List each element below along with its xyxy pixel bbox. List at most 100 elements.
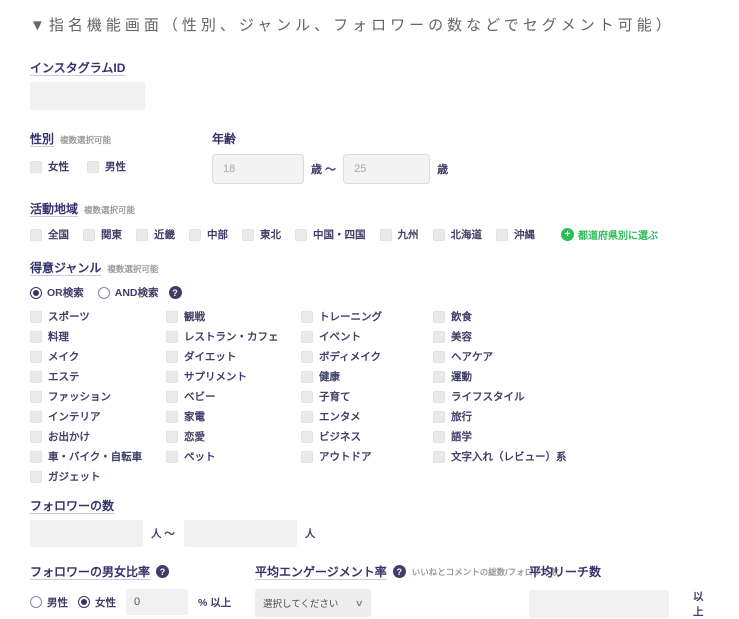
radio-item[interactable]: AND検索	[98, 285, 159, 300]
checkbox-item[interactable]: サプリメント	[166, 369, 301, 384]
checkbox-label: 運動	[451, 369, 472, 384]
checkbox-item[interactable]: 語学	[433, 429, 711, 444]
instagram-id-section: インスタグラムID	[30, 59, 711, 110]
checkbox-icon	[30, 229, 42, 241]
checkbox-item[interactable]: 飲食	[433, 309, 711, 324]
checkbox-item[interactable]: 全国	[30, 227, 69, 242]
checkbox-label: 文字入れ（レビュー）系	[451, 449, 567, 464]
age-max-input[interactable]	[343, 154, 430, 184]
followers-max-input[interactable]	[184, 520, 297, 547]
checkbox-item[interactable]: 美容	[433, 329, 711, 344]
checkbox-item[interactable]: 北海道	[433, 227, 483, 242]
checkbox-label: イベント	[319, 329, 361, 344]
checkbox-item[interactable]: ファッション	[30, 389, 166, 404]
checkbox-item[interactable]: 中部	[189, 227, 228, 242]
checkbox-item[interactable]: ヘアケア	[433, 349, 711, 364]
checkbox-item[interactable]: 旅行	[433, 409, 711, 424]
checkbox-item[interactable]: ボディメイク	[301, 349, 433, 364]
radio-item[interactable]: 男性	[30, 595, 68, 610]
age-label: 年齢	[212, 130, 236, 147]
checkbox-label: 観戦	[184, 309, 205, 324]
checkbox-item[interactable]: インテリア	[30, 409, 166, 424]
checkbox-item[interactable]: ガジェット	[30, 469, 166, 484]
checkbox-label: サプリメント	[184, 369, 247, 384]
gender-ratio-suffix: % 以上	[198, 595, 231, 610]
checkbox-item[interactable]: エステ	[30, 369, 166, 384]
checkbox-item[interactable]: エンタメ	[301, 409, 433, 424]
engagement-help-icon[interactable]: ?	[393, 565, 406, 578]
followers-min-input[interactable]	[30, 520, 143, 547]
followers-label: フォロワーの数	[30, 497, 114, 514]
checkbox-icon	[30, 471, 42, 483]
checkbox-label: ライフスタイル	[451, 389, 525, 404]
radio-icon	[30, 287, 42, 299]
checkbox-item[interactable]: ダイエット	[166, 349, 301, 364]
segment-form-page: ▼指名機能画面（性別、ジャンル、フォロワーの数などでセグメント可能） インスタグ…	[0, 0, 739, 619]
checkbox-item[interactable]: 観戦	[166, 309, 301, 324]
checkbox-item[interactable]: 九州	[380, 227, 419, 242]
checkbox-item[interactable]: トレーニング	[301, 309, 433, 324]
region-options-row: 全国 関東 近畿 中部 東北 中国・四国 九州 北海道 沖縄 + 都道府県別に選…	[30, 227, 711, 242]
checkbox-item[interactable]: 文字入れ（レビュー）系	[433, 449, 711, 464]
checkbox-label: ペット	[184, 449, 216, 464]
checkbox-item[interactable]: 近畿	[136, 227, 175, 242]
checkbox-icon	[380, 229, 392, 241]
checkbox-item[interactable]: スポーツ	[30, 309, 166, 324]
prefecture-link[interactable]: + 都道府県別に選ぶ	[561, 227, 658, 242]
checkbox-label: 九州	[398, 227, 419, 242]
checkbox-item[interactable]: 恋愛	[166, 429, 301, 444]
age-unit-after: 歳	[437, 161, 448, 177]
radio-icon	[98, 287, 110, 299]
engagement-label: 平均エンゲージメント率	[255, 563, 387, 580]
checkbox-icon	[433, 451, 445, 463]
checkbox-icon	[433, 391, 445, 403]
gender-options: 女性 男性	[30, 159, 212, 174]
checkbox-item[interactable]: 女性	[30, 159, 69, 174]
gender-ratio-percent-input[interactable]	[126, 589, 188, 615]
checkbox-item[interactable]: 健康	[301, 369, 433, 384]
checkbox-item[interactable]: 車・バイク・自転車	[30, 449, 166, 464]
checkbox-item[interactable]: 関東	[83, 227, 122, 242]
radio-item[interactable]: 女性	[78, 595, 116, 610]
page-title: ▼指名機能画面（性別、ジャンル、フォロワーの数などでセグメント可能）	[30, 14, 711, 35]
genre-help-icon[interactable]: ?	[169, 286, 182, 299]
checkbox-item[interactable]: レストラン・カフェ	[166, 329, 301, 344]
checkbox-icon	[301, 311, 313, 323]
checkbox-item[interactable]: 運動	[433, 369, 711, 384]
checkbox-item[interactable]: 沖縄	[496, 227, 535, 242]
age-min-input[interactable]	[212, 154, 304, 184]
checkbox-icon	[433, 351, 445, 363]
reach-input[interactable]	[529, 590, 669, 618]
checkbox-item[interactable]: 東北	[242, 227, 281, 242]
checkbox-item[interactable]: ペット	[166, 449, 301, 464]
checkbox-icon	[30, 391, 42, 403]
checkbox-icon	[295, 229, 307, 241]
checkbox-item[interactable]: お出かけ	[30, 429, 166, 444]
checkbox-item[interactable]: 中国・四国	[295, 227, 366, 242]
plus-circle-icon: +	[561, 228, 574, 241]
checkbox-icon	[433, 431, 445, 443]
checkbox-icon	[30, 311, 42, 323]
checkbox-item[interactable]: メイク	[30, 349, 166, 364]
checkbox-label: 沖縄	[514, 227, 535, 242]
engagement-select[interactable]: 選択してください ∨	[255, 589, 371, 617]
checkbox-label: 男性	[105, 159, 126, 174]
checkbox-item[interactable]: 料理	[30, 329, 166, 344]
checkbox-item[interactable]: ベビー	[166, 389, 301, 404]
checkbox-icon	[30, 161, 42, 173]
engagement-section: 平均エンゲージメント率 ? いいねとコメントの総数/フォロワー数 選択してくださ…	[255, 563, 529, 619]
radio-item[interactable]: OR検索	[30, 285, 84, 300]
checkbox-icon	[242, 229, 254, 241]
checkbox-item[interactable]: ビジネス	[301, 429, 433, 444]
checkbox-item[interactable]: アウトドア	[301, 449, 433, 464]
engagement-select-value: 選択してください	[263, 596, 338, 610]
gender-ratio-help-icon[interactable]: ?	[156, 565, 169, 578]
checkbox-item[interactable]: 家電	[166, 409, 301, 424]
instagram-id-input[interactable]	[30, 82, 145, 110]
age-unit-between: 歳 ～	[311, 161, 336, 177]
checkbox-icon	[301, 451, 313, 463]
checkbox-item[interactable]: イベント	[301, 329, 433, 344]
checkbox-item[interactable]: ライフスタイル	[433, 389, 711, 404]
checkbox-item[interactable]: 子育て	[301, 389, 433, 404]
checkbox-item[interactable]: 男性	[87, 159, 126, 174]
